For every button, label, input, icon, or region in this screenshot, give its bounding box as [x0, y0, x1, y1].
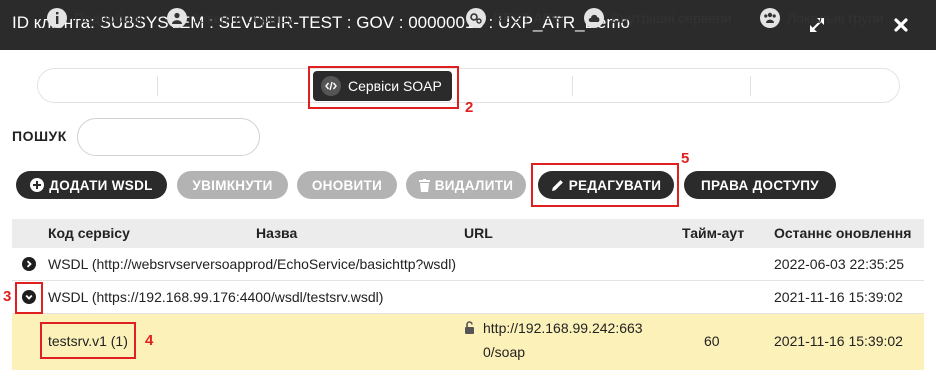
tab-service-clients[interactable]: Клієнти сервісу — [167, 3, 294, 32]
tab-divider — [157, 76, 158, 96]
last-updated-cell: 2021-11-16 15:39:02 — [774, 289, 903, 305]
lock-open-icon — [464, 321, 476, 337]
timeout-cell: 60 — [704, 333, 720, 349]
enable-button[interactable]: УВІМКНУТИ — [177, 171, 288, 199]
annotation-box-service — [40, 322, 136, 359]
tab-label: REST APIs — [493, 9, 563, 26]
access-rights-button[interactable]: ПРАВА ДОСТУПУ — [684, 171, 836, 199]
refresh-button[interactable]: ОНОВИТИ — [297, 171, 397, 199]
annotation-box-toggle — [15, 282, 43, 314]
annotation-box-tab — [308, 66, 459, 109]
info-icon — [47, 7, 67, 28]
tab-label: Локальні групи — [787, 9, 884, 26]
tab-local-groups[interactable]: Локальні групи — [760, 3, 884, 32]
tab-internal-servers[interactable]: Внутрішні сервери — [584, 3, 732, 32]
url-cell-line: 0/soap — [483, 344, 526, 360]
button-label: УВІМКНУТИ — [192, 177, 273, 193]
annotation-label: 2 — [465, 99, 474, 116]
tab-label: Клієнти сервісу — [194, 9, 294, 26]
annotation-label: 5 — [681, 150, 690, 167]
users-icon — [760, 7, 780, 28]
table-row[interactable]: WSDL (http://websrvserversoapprod/EchoSe… — [12, 248, 924, 281]
button-label: ОНОВИТИ — [311, 177, 383, 193]
close-icon[interactable] — [886, 10, 916, 40]
annotation-label: 4 — [145, 332, 154, 349]
url-cell-line: http://192.168.99.242:663 — [483, 320, 643, 336]
tab-details[interactable]: Подробиці — [47, 3, 142, 32]
button-label: ВИДАЛИТИ — [434, 177, 514, 193]
table-row[interactable]: WSDL (https://192.168.99.176:4400/wsdl/t… — [12, 281, 924, 314]
column-header-url[interactable]: URL — [464, 225, 493, 241]
tabs-bar — [37, 68, 900, 103]
plus-circle-icon — [30, 178, 45, 192]
column-header-service-code[interactable]: Код сервісу — [48, 225, 130, 241]
search-label: ПОШУК — [12, 128, 67, 144]
trash-icon — [418, 178, 430, 192]
annotation-label: 3 — [3, 288, 12, 305]
delete-button[interactable]: ВИДАЛИТИ — [406, 171, 526, 199]
user-icon — [167, 7, 187, 28]
search-input[interactable] — [77, 118, 260, 156]
column-header-name[interactable]: Назва — [256, 225, 297, 241]
cogs-icon — [466, 7, 486, 28]
last-updated-cell: 2021-11-16 15:39:02 — [774, 333, 903, 349]
chevron-right-icon[interactable] — [22, 257, 36, 271]
service-code-cell: WSDL (https://192.168.99.176:4400/wsdl/t… — [48, 289, 384, 305]
service-code-cell: WSDL (http://websrvserversoapprod/EchoSe… — [48, 256, 456, 272]
tab-rest-apis[interactable]: REST APIs — [466, 3, 563, 32]
tab-divider — [572, 76, 573, 96]
tab-divider — [750, 76, 751, 96]
annotation-box-edit — [531, 163, 679, 207]
table-header: Код сервісу Назва URL Тайм-аут Останнє о… — [12, 219, 924, 248]
button-label: ДОДАТИ WSDL — [49, 177, 153, 193]
column-header-timeout[interactable]: Тайм-аут — [682, 225, 744, 241]
tab-label: Подробиці — [74, 9, 143, 26]
add-wsdl-button[interactable]: ДОДАТИ WSDL — [16, 171, 167, 199]
last-updated-cell: 2022-06-03 22:35:25 — [774, 256, 904, 272]
column-header-last-updated[interactable]: Останнє оновлення — [774, 225, 911, 241]
tab-label: Внутрішні сервери — [611, 9, 732, 26]
button-label: ПРАВА ДОСТУПУ — [700, 177, 820, 193]
cloud-icon — [584, 7, 604, 28]
